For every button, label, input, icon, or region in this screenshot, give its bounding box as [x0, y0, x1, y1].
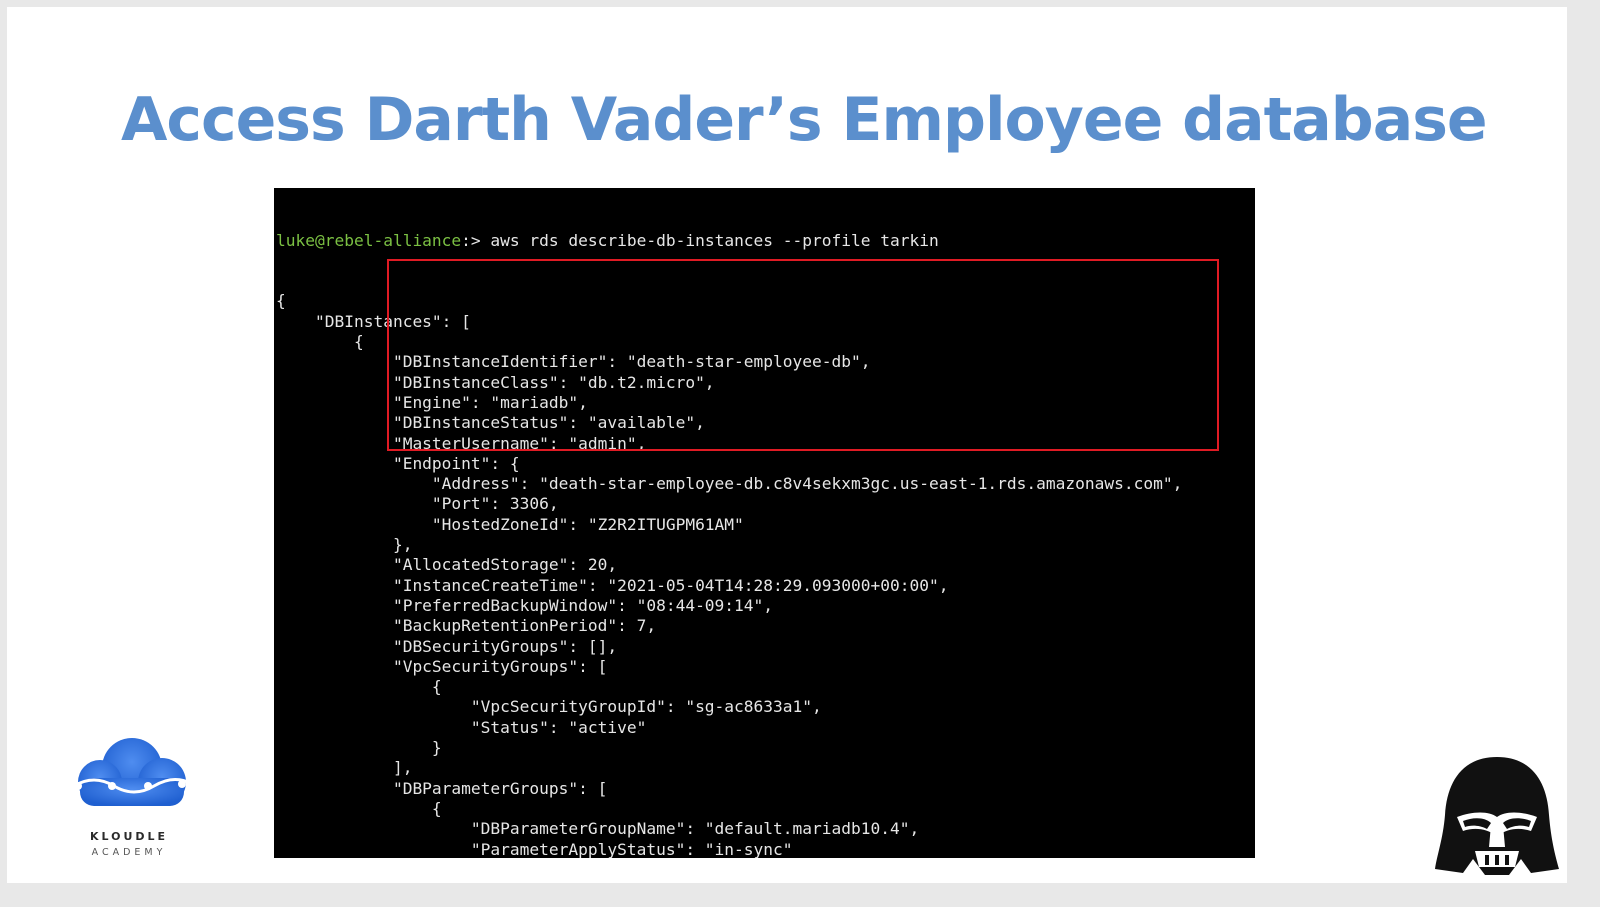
terminal-line: "Port": 3306, [276, 494, 559, 514]
logo-subtitle: ACADEMY [91, 847, 167, 858]
terminal-line: "Address": "death-star-employee-db.c8v4s… [276, 474, 1183, 494]
kloudle-cloud-logo-icon [73, 738, 193, 806]
highlight-box [387, 259, 1219, 451]
terminal-command: aws rds describe-db-instances --profile … [490, 230, 939, 250]
terminal-line: "PreferredBackupWindow": "08:44-09:14", [276, 595, 774, 615]
prompt-user: luke@rebel-alliance [276, 230, 462, 250]
terminal-line: { [276, 798, 442, 818]
terminal-line: "HostedZoneId": "Z2R2ITUGPM61AM" [276, 514, 744, 534]
terminal-screenshot: luke@rebel-alliance:> aws rds describe-d… [274, 188, 1255, 858]
terminal-line: "VpcSecurityGroups": [ [276, 656, 608, 676]
darth-vader-helmet-icon [1433, 755, 1561, 877]
terminal-line: "DBParameterGroupName": "default.mariadb… [276, 819, 920, 839]
logo-name: KLOUDLE [89, 830, 169, 843]
terminal-line: "ParameterApplyStatus": "in-sync" [276, 839, 793, 859]
slide-title: Access Darth Vader’s Employee database [121, 85, 1488, 155]
prompt-symbol: :> [461, 230, 491, 250]
terminal-line: ], [276, 758, 413, 778]
terminal-line: "AllocatedStorage": 20, [276, 555, 618, 575]
terminal-line: "DBSecurityGroups": [], [276, 636, 618, 656]
terminal-line: "VpcSecurityGroupId": "sg-ac8633a1", [276, 697, 822, 717]
terminal-line: "BackupRetentionPeriod": 7, [276, 616, 657, 636]
terminal-line: "DBParameterGroups": [ [276, 778, 608, 798]
terminal-line: "InstanceCreateTime": "2021-05-04T14:28:… [276, 575, 949, 595]
terminal-prompt-line: luke@rebel-alliance:> aws rds describe-d… [276, 231, 1182, 251]
terminal-line: }, [276, 535, 413, 555]
terminal-line: } [276, 738, 442, 758]
kloudle-logo: KLOUDLE ACADEMY [64, 734, 194, 864]
terminal-line: "Status": "active" [276, 717, 647, 737]
slide: Access Darth Vader’s Employee database l… [7, 7, 1567, 883]
terminal-line: "Endpoint": { [276, 453, 520, 473]
terminal-line: { [276, 677, 442, 697]
